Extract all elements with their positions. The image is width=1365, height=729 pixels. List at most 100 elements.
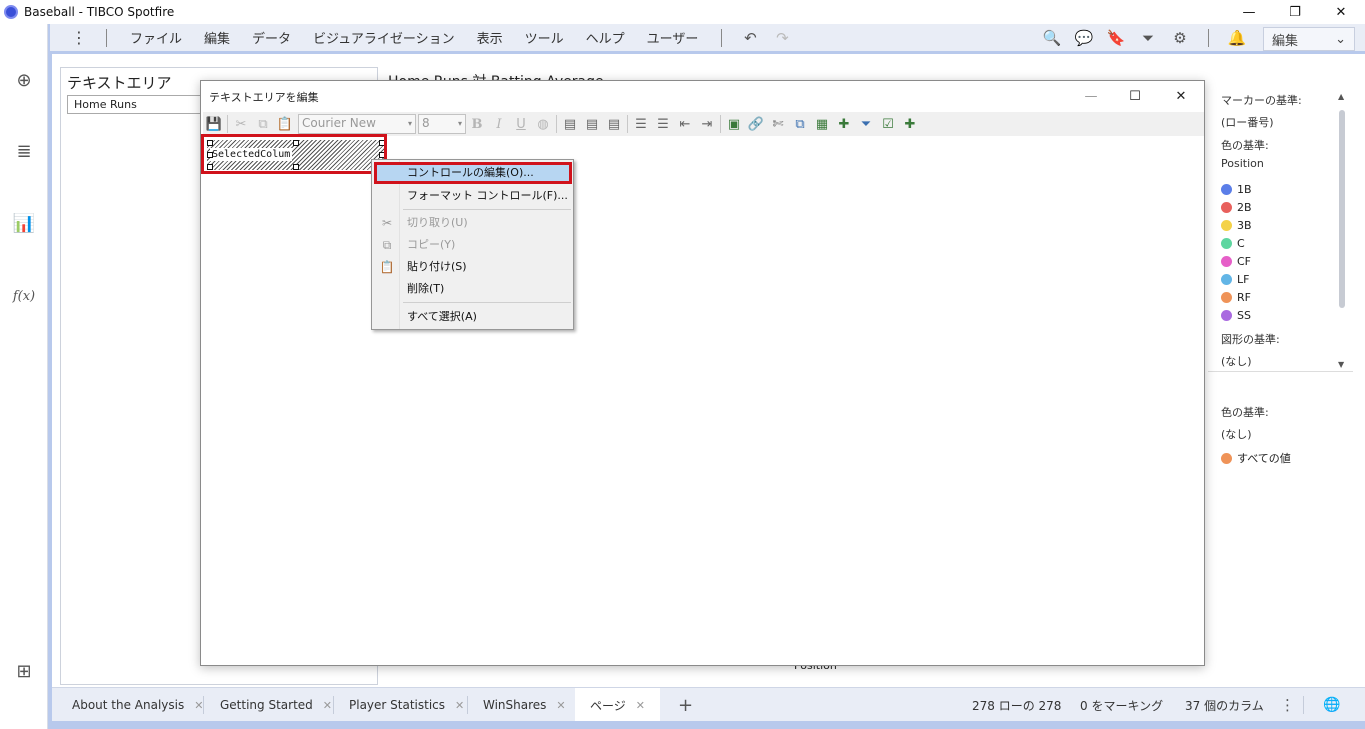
comments-icon[interactable]: 💬	[1068, 29, 1100, 47]
notifications-icon[interactable]: 🔔	[1221, 29, 1253, 47]
globe-icon[interactable]: 🌐	[1323, 688, 1340, 722]
menu-visualization[interactable]: ビジュアライゼーション	[302, 28, 466, 47]
align-center-icon[interactable]: ▤	[581, 114, 603, 134]
redo-icon[interactable]: ↷	[766, 29, 798, 47]
legend-item[interactable]: CF	[1221, 255, 1251, 268]
marker-by-value[interactable]: (ロー番号)	[1221, 114, 1274, 130]
legend-dot	[1221, 256, 1232, 267]
bookmark-icon[interactable]: 🔖	[1100, 29, 1132, 47]
legend-item[interactable]: 3B	[1221, 219, 1252, 232]
save-icon[interactable]: 💾	[203, 114, 225, 134]
add-icon[interactable]: ⊕	[10, 66, 38, 94]
context-menu-edit-control[interactable]: コントロールの編集(O)...	[374, 162, 572, 184]
visualization-icon[interactable]: 📊	[10, 209, 38, 237]
context-menu-paste[interactable]: 📋 貼り付け(S)	[374, 256, 572, 278]
legend-item[interactable]: RF	[1221, 291, 1251, 304]
restore-button[interactable]: ❐	[1272, 0, 1318, 24]
menu-file[interactable]: ファイル	[119, 28, 193, 47]
menu-user[interactable]: ユーザー	[636, 28, 710, 47]
settings-icon[interactable]: ⚙	[1164, 29, 1196, 47]
bold-icon[interactable]: B	[466, 114, 488, 134]
font-size-combo[interactable]: 8 ▾	[418, 114, 466, 134]
add-tab-button[interactable]: +	[678, 688, 693, 722]
menu-view[interactable]: 表示	[466, 28, 514, 47]
data-flow-icon[interactable]: ⊞	[10, 657, 38, 685]
undo-icon[interactable]: ↶	[734, 29, 766, 47]
column-dropdown[interactable]: Home Runs	[67, 95, 217, 114]
indent-icon[interactable]: ⇥	[696, 114, 718, 134]
fx-icon[interactable]: f(x)	[10, 282, 38, 310]
color-icon[interactable]: ◍	[532, 114, 554, 134]
legend-item[interactable]: すべての値	[1221, 450, 1291, 466]
menu-edit[interactable]: 編集	[193, 28, 241, 47]
mode-dropdown[interactable]: 編集 ⌄	[1263, 27, 1355, 51]
remove-link-icon[interactable]: ✄	[767, 114, 789, 134]
cut-icon: ✂	[381, 216, 393, 230]
scroll-up-icon[interactable]: ▲	[1338, 92, 1344, 101]
legend-item[interactable]: SS	[1221, 309, 1251, 322]
tab-player-statistics[interactable]: Player Statistics ✕	[349, 688, 464, 722]
context-menu-format-control[interactable]: フォーマット コントロール(F)...	[374, 185, 572, 207]
more-menu-icon[interactable]: ⋮	[64, 28, 94, 47]
italic-icon[interactable]: I	[488, 114, 510, 134]
align-right-icon[interactable]: ▤	[603, 114, 625, 134]
minimize-button[interactable]: —	[1226, 0, 1272, 24]
legend-item[interactable]: LF	[1221, 273, 1249, 286]
tab-about-the-analysis[interactable]: About the Analysis ✕	[72, 688, 203, 722]
align-left-icon[interactable]: ▤	[559, 114, 581, 134]
window-title: Baseball - TIBCO Spotfire	[24, 5, 175, 19]
context-menu-select-all[interactable]: すべて選択(A)	[374, 306, 572, 328]
bottom-blue-band	[52, 721, 1365, 729]
search-icon[interactable]: 🔍	[1036, 29, 1068, 47]
color-by-value[interactable]: (なし)	[1221, 426, 1252, 442]
insert-link-icon[interactable]: 🔗	[745, 114, 767, 134]
rich-text-editor[interactable]: SelectedColum	[203, 137, 1204, 664]
numbered-list-icon[interactable]: ☰	[630, 114, 652, 134]
font-name-combo[interactable]: Courier New ▾	[298, 114, 416, 134]
dialog-close-button[interactable]: ✕	[1159, 83, 1203, 109]
close-icon[interactable]: ✕	[455, 699, 464, 712]
color-by-value[interactable]: Position	[1221, 157, 1264, 170]
menu-help[interactable]: ヘルプ	[575, 28, 636, 47]
insert-drop-down-icon[interactable]: ✚	[899, 114, 921, 134]
shape-by-value[interactable]: (なし)	[1221, 353, 1252, 369]
copy-icon[interactable]: ⧉	[252, 114, 274, 134]
insert-property-control-icon[interactable]: ▦	[811, 114, 833, 134]
menu-data[interactable]: データ	[241, 28, 302, 47]
underline-icon[interactable]: U	[510, 114, 532, 134]
outdent-icon[interactable]: ⇤	[674, 114, 696, 134]
close-icon[interactable]: ✕	[556, 699, 565, 712]
scroll-down-icon[interactable]: ▼	[1338, 360, 1344, 369]
menu-tools[interactable]: ツール	[514, 28, 575, 47]
paste-icon[interactable]: 📋	[274, 114, 296, 134]
dialog-minimize-button[interactable]: —	[1069, 83, 1113, 109]
tab-page[interactable]: ページ ✕	[575, 688, 660, 722]
scrollbar-thumb[interactable]	[1339, 110, 1345, 308]
insert-image-icon[interactable]: ▣	[723, 114, 745, 134]
bullet-list-icon[interactable]: ☰	[652, 114, 674, 134]
close-icon[interactable]: ✕	[323, 699, 332, 712]
marked-count-status[interactable]: 0 をマーキング	[1080, 688, 1163, 722]
data-panel-icon[interactable]: ≣	[10, 137, 38, 165]
filter-icon[interactable]: ⏷	[1132, 29, 1164, 47]
cut-icon[interactable]: ✂	[230, 114, 252, 134]
legend-item[interactable]: C	[1221, 237, 1245, 250]
close-window-button[interactable]: ✕	[1318, 0, 1364, 24]
tab-winshares[interactable]: WinShares ✕	[483, 688, 566, 722]
tab-getting-started[interactable]: Getting Started ✕	[220, 688, 332, 722]
legend-item[interactable]: 2B	[1221, 201, 1252, 214]
context-menu-copy[interactable]: ⧉ コピー(Y)	[374, 234, 572, 256]
context-menu-cut[interactable]: ✂ 切り取り(U)	[374, 212, 572, 234]
insert-action-icon[interactable]: ⧉	[789, 114, 811, 134]
legend-scrollbar[interactable]: ▲ ▼	[1336, 90, 1348, 372]
insert-filter-icon[interactable]: ⏷	[855, 114, 877, 134]
insert-list-box-icon[interactable]: ☑	[877, 114, 899, 134]
dialog-maximize-button[interactable]: ☐	[1113, 83, 1157, 109]
insert-dynamic-item-icon[interactable]: ✚	[833, 114, 855, 134]
shape-by-label: 図形の基準:	[1221, 333, 1280, 346]
status-more-icon[interactable]: ⋮	[1280, 688, 1295, 722]
legend-item[interactable]: 1B	[1221, 183, 1252, 196]
context-menu-delete[interactable]: 削除(T)	[374, 278, 572, 300]
dialog-title: テキストエリアを編集	[209, 91, 319, 104]
close-icon[interactable]: ✕	[636, 699, 645, 712]
